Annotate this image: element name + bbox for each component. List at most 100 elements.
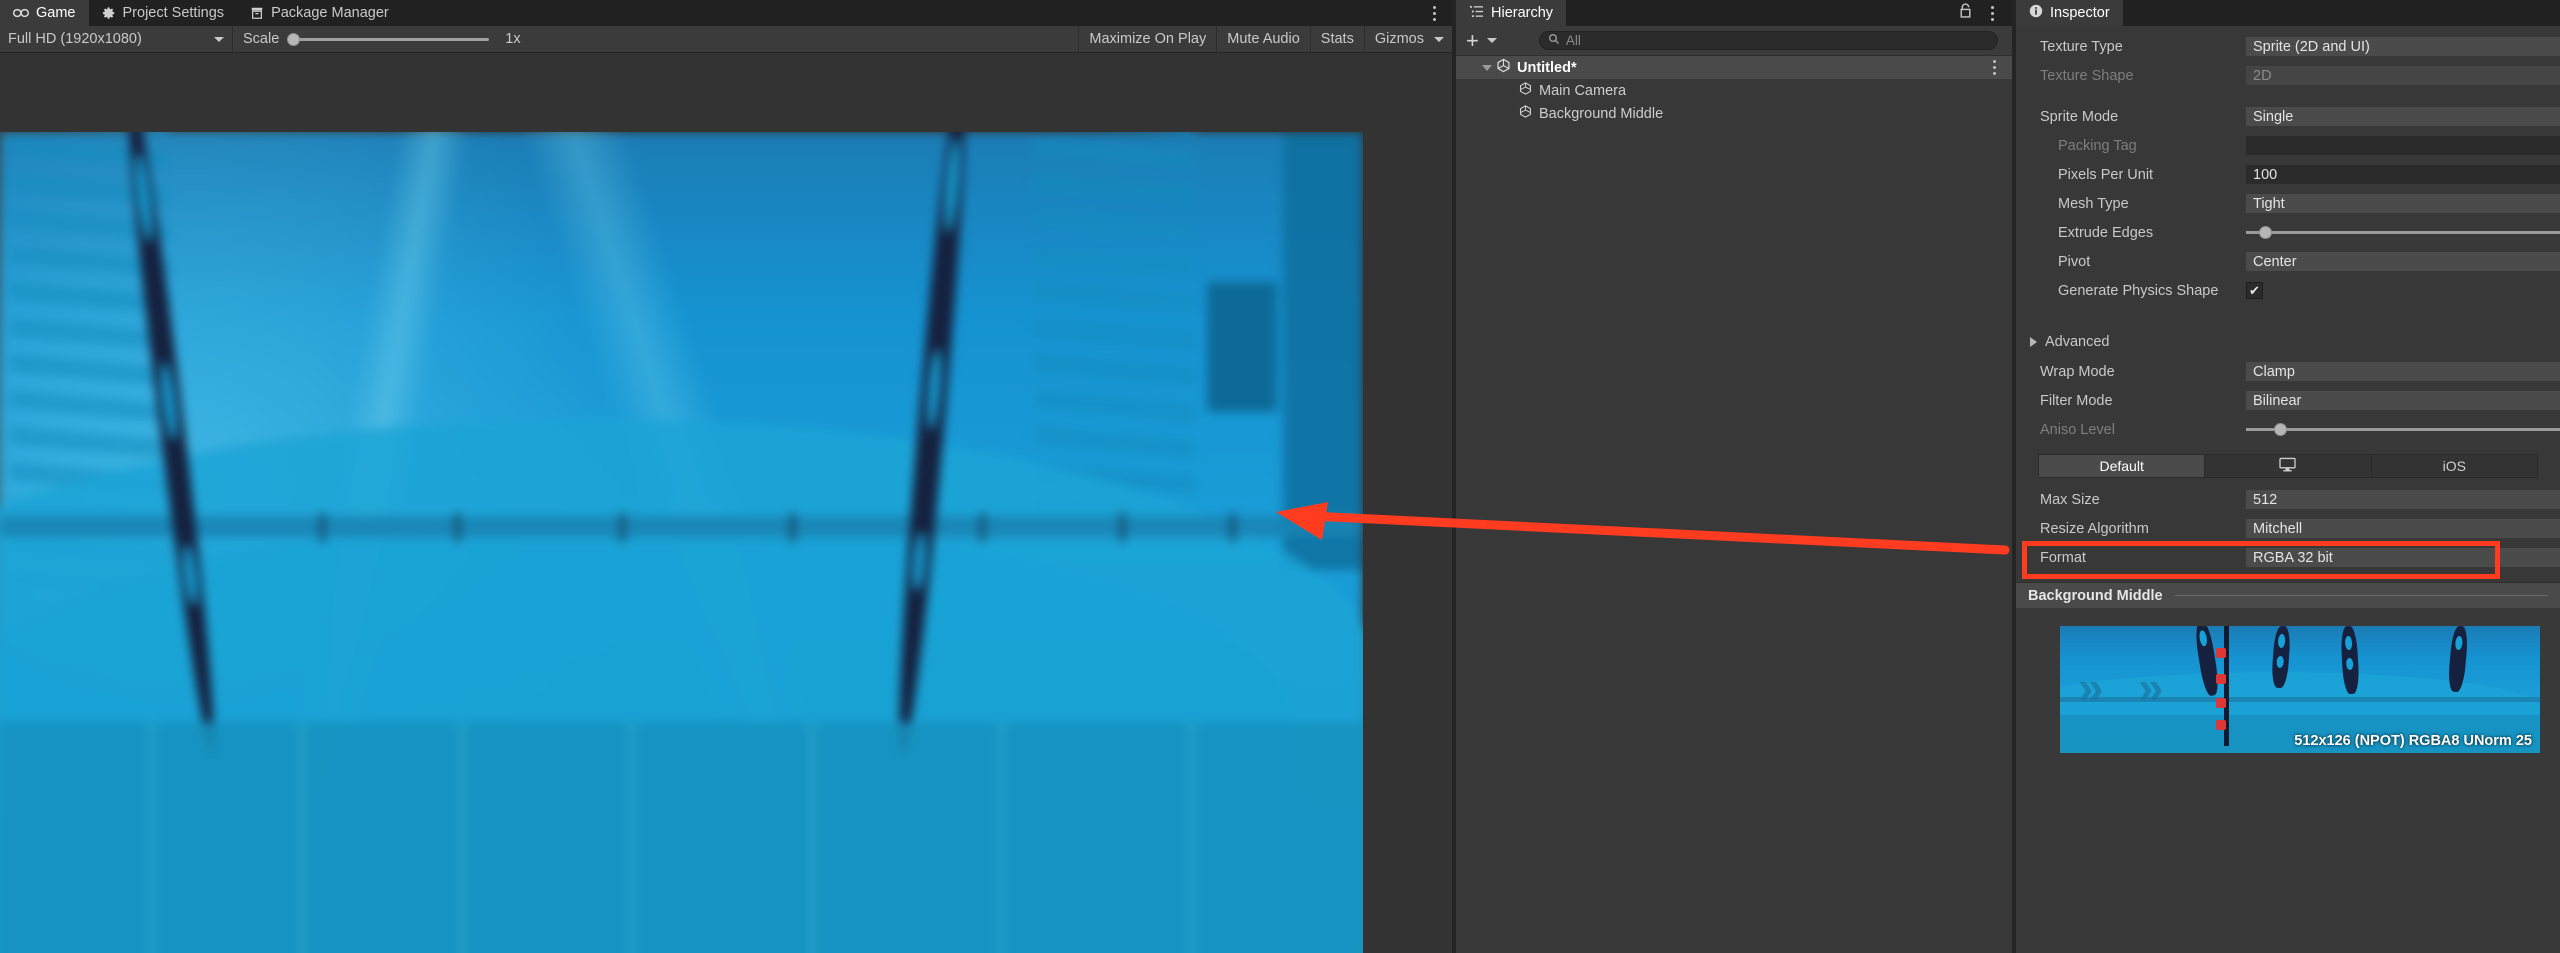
hierarchy-item-main-camera[interactable]: Main Camera	[1456, 79, 2012, 102]
standalone-monitor-icon	[2279, 457, 2297, 475]
gizmos-button[interactable]: Gizmos	[1363, 25, 1452, 53]
hierarchy-item-background-middle[interactable]: Background Middle	[1456, 102, 2012, 125]
property-row-texture-shape: Texture Shape 2D	[2016, 61, 2560, 90]
resize-algorithm-dropdown[interactable]: Mitchell	[2246, 519, 2560, 538]
tab-hierarchy[interactable]: Hierarchy	[1456, 0, 1567, 26]
tab-package-manager-label: Package Manager	[271, 5, 389, 21]
hierarchy-scene-row[interactable]: Untitled*	[1456, 56, 2012, 79]
mute-audio-button[interactable]: Mute Audio	[1216, 25, 1310, 53]
hierarchy-item-label: Main Camera	[1539, 82, 1627, 99]
tab-game[interactable]: Game	[0, 0, 89, 26]
property-row-aniso-level: Aniso Level	[2016, 415, 2560, 444]
property-label: Aniso Level	[2040, 421, 2115, 438]
max-size-dropdown[interactable]: 512	[2246, 490, 2560, 509]
aniso-level-slider	[2246, 420, 2560, 439]
texture-type-dropdown[interactable]: Sprite (2D and UI)	[2246, 37, 2560, 56]
extrude-edges-slider-knob[interactable]	[2258, 226, 2272, 239]
property-row-sprite-mode: Sprite Mode Single	[2016, 102, 2560, 131]
platform-tab-default-label: Default	[2099, 458, 2144, 474]
property-label: Texture Shape	[2040, 67, 2134, 84]
packing-tag-input[interactable]	[2246, 136, 2560, 155]
stats-button[interactable]: Stats	[1309, 25, 1364, 53]
gameobject-cube-icon	[1518, 104, 1533, 123]
maximize-on-play-button[interactable]: Maximize On Play	[1078, 25, 1216, 53]
pixels-per-unit-input[interactable]: 100	[2246, 165, 2560, 184]
platform-tab-standalone[interactable]	[2205, 455, 2372, 477]
property-label: Extrude Edges	[2058, 224, 2154, 241]
mesh-type-dropdown[interactable]: Tight	[2246, 194, 2560, 213]
hierarchy-search-input[interactable]: All	[1538, 31, 1998, 50]
property-label: Generate Physics Shape	[2058, 282, 2219, 299]
property-label: Filter Mode	[2040, 392, 2113, 409]
property-label: Max Size	[2040, 491, 2100, 508]
chevron-down-icon[interactable]	[1434, 36, 1444, 42]
hierarchy-toolbar: + All	[1456, 26, 2012, 56]
lock-icon[interactable]	[1959, 3, 1972, 23]
hierarchy-panel: Hierarchy + All Untitled* Main Camera Ba…	[1456, 0, 2012, 953]
tab-project-settings[interactable]: Project Settings	[89, 0, 238, 26]
hierarchy-menu-icon[interactable]	[1984, 3, 2000, 23]
property-label: Pivot	[2058, 253, 2091, 270]
property-row-pivot: Pivot Center	[2016, 247, 2560, 276]
tab-game-label: Game	[36, 5, 76, 21]
property-row-extrude-edges: Extrude Edges	[2016, 218, 2560, 247]
mute-audio-label: Mute Audio	[1227, 31, 1300, 47]
sprite-preview-image: » » 512x126 (NPOT) RGBA8 UNorm 25	[2060, 626, 2540, 753]
scale-slider-knob[interactable]	[287, 32, 301, 46]
inspector-tabbar: Inspector	[2016, 0, 2560, 26]
sprite-mode-dropdown[interactable]: Single	[2246, 107, 2560, 126]
format-dropdown[interactable]: RGBA 32 bit	[2246, 548, 2560, 567]
scene-context-menu-icon[interactable]	[1986, 58, 2002, 78]
wrap-mode-dropdown[interactable]: Clamp	[2246, 362, 2560, 381]
scale-slider[interactable]	[287, 32, 490, 46]
property-row-format: Format RGBA 32 bit	[2016, 543, 2560, 572]
platform-override-tabs: Default iOS	[2038, 454, 2538, 478]
hierarchy-tabbar: Hierarchy	[1456, 0, 2012, 26]
scale-control[interactable]: Scale 1x	[233, 26, 531, 53]
property-row-max-size: Max Size 512	[2016, 485, 2560, 514]
game-panel-menu-icon[interactable]	[1426, 3, 1442, 23]
gameobject-cube-icon	[1518, 81, 1533, 100]
game-view-toolbar: Full HD (1920x1080) Scale 1x Maximize On…	[0, 25, 1452, 53]
game-panel: Game Project Settings Package Manager Fu…	[0, 0, 1452, 953]
resolution-dropdown-value: Full HD (1920x1080)	[8, 31, 142, 47]
hierarchy-search-placeholder: All	[1565, 33, 1581, 48]
platform-tab-ios[interactable]: iOS	[2372, 455, 2537, 477]
chevron-down-icon[interactable]	[1486, 38, 1497, 43]
filter-mode-dropdown[interactable]: Bilinear	[2246, 391, 2560, 410]
property-row-wrap-mode: Wrap Mode Clamp	[2016, 357, 2560, 386]
scale-label: Scale	[243, 31, 280, 47]
maximize-on-play-label: Maximize On Play	[1089, 31, 1207, 47]
property-label: Packing Tag	[2058, 137, 2137, 154]
chevron-down-icon[interactable]	[1482, 64, 1492, 71]
tab-package-manager[interactable]: Package Manager	[237, 0, 402, 26]
game-rendered-scene	[0, 132, 1363, 953]
generate-physics-shape-checkbox[interactable]: ✔	[2246, 282, 2263, 299]
property-label: Resize Algorithm	[2040, 520, 2149, 537]
preview-header: Background Middle	[2016, 582, 2560, 608]
preview-title: Background Middle	[2028, 587, 2163, 604]
preview-area: » » 512x126 (NPOT) RGBA8 UNorm 25	[2016, 608, 2560, 838]
tab-inspector-label: Inspector	[2050, 5, 2110, 21]
property-label: Pixels Per Unit	[2058, 166, 2154, 183]
texture-shape-dropdown: 2D	[2246, 66, 2560, 85]
game-panel-tabbar-right	[1426, 0, 1452, 26]
game-controller-icon	[13, 7, 29, 19]
info-icon	[2029, 4, 2043, 22]
hierarchy-tabbar-right	[1959, 0, 2012, 26]
search-icon	[1548, 32, 1560, 50]
property-row-generate-physics-shape: Generate Physics Shape ✔	[2016, 276, 2560, 305]
extrude-edges-slider[interactable]	[2246, 223, 2560, 242]
gizmos-label: Gizmos	[1374, 31, 1424, 47]
game-view-viewport[interactable]	[0, 53, 1452, 953]
inspector-body: Texture Type Sprite (2D and UI) Texture …	[2016, 26, 2560, 838]
resolution-dropdown[interactable]: Full HD (1920x1080)	[0, 26, 232, 53]
pivot-dropdown[interactable]: Center	[2246, 252, 2560, 271]
scale-value: 1x	[505, 31, 521, 47]
advanced-foldout[interactable]: Advanced	[2016, 327, 2560, 357]
chevron-down-icon	[214, 36, 224, 42]
platform-tab-default[interactable]: Default	[2039, 455, 2206, 477]
tab-inspector[interactable]: Inspector	[2016, 0, 2123, 26]
game-panel-tabbar: Game Project Settings Package Manager	[0, 0, 1452, 26]
property-row-mesh-type: Mesh Type Tight	[2016, 189, 2560, 218]
